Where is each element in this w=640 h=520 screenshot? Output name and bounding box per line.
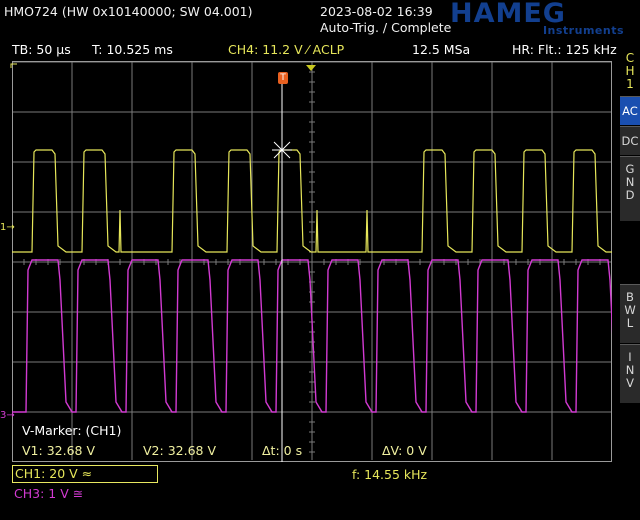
delta-v-readout: ΔV: 0 V xyxy=(382,443,427,458)
v-marker-title: V-Marker: (CH1) xyxy=(22,423,122,438)
ch1-top-marker-icon xyxy=(10,54,18,68)
waveform-display[interactable] xyxy=(12,60,612,462)
trigger-status: Auto-Trig. / Complete xyxy=(320,20,452,35)
gnd-letter: D xyxy=(625,188,635,202)
delta-t-readout: Δt: 0 s xyxy=(262,443,303,458)
coupling-dc-label: DC xyxy=(621,134,639,148)
sample-rate: 12.5 MSa xyxy=(412,42,471,57)
frequency-readout: f: 14.55 kHz xyxy=(352,467,428,482)
arrow-right-icon: → xyxy=(6,410,15,421)
side-channel-letter: 1 xyxy=(626,77,634,91)
trigger-position-icon xyxy=(306,56,316,71)
ch3-scale[interactable]: CH3: 1 V ≅ xyxy=(14,486,83,501)
device-info: HMO724 (HW 0x10140000; SW 04.001) xyxy=(4,4,253,19)
coupling-ac-button[interactable]: AC xyxy=(620,96,640,125)
cursor-marker-badge[interactable]: T xyxy=(278,72,288,84)
v2-readout: V2: 32.68 V xyxy=(143,443,216,458)
logo-sub: Instruments xyxy=(542,24,624,37)
coupling-dc-button[interactable]: DC xyxy=(620,126,640,155)
side-channel-label: C H 1 xyxy=(620,52,640,91)
ch1-scale: CH1: 20 V ≈ xyxy=(15,466,93,481)
bwl-letter: L xyxy=(626,316,634,330)
timebase[interactable]: TB: 50 µs xyxy=(12,42,71,57)
bwl-button[interactable]: B W L xyxy=(620,284,640,343)
trigger-info[interactable]: CH4: 11.2 V ⁄ ACLP xyxy=(228,42,344,57)
inv-letter: V xyxy=(626,376,634,390)
coupling-gnd-button[interactable]: G N D xyxy=(620,156,640,221)
ch3-ground-marker[interactable]: 3→ xyxy=(0,410,15,421)
v1-readout: V1: 32.68 V xyxy=(22,443,95,458)
ch1-ground-marker[interactable]: 1→ xyxy=(0,222,15,233)
trigger-time[interactable]: T: 10.525 ms xyxy=(92,42,173,57)
invert-button[interactable]: I N V xyxy=(620,344,640,403)
arrow-right-icon: → xyxy=(6,222,15,233)
hameg-logo: HAMEG Instruments xyxy=(450,0,630,38)
hr-filter[interactable]: HR: Flt.: 125 kHz xyxy=(512,42,617,57)
grid-lines xyxy=(12,61,612,462)
ch1-status-box[interactable]: CH1: 20 V ≈ xyxy=(12,465,158,483)
coupling-ac-label: AC xyxy=(622,104,638,118)
datetime: 2023-08-02 16:39 xyxy=(320,4,433,19)
